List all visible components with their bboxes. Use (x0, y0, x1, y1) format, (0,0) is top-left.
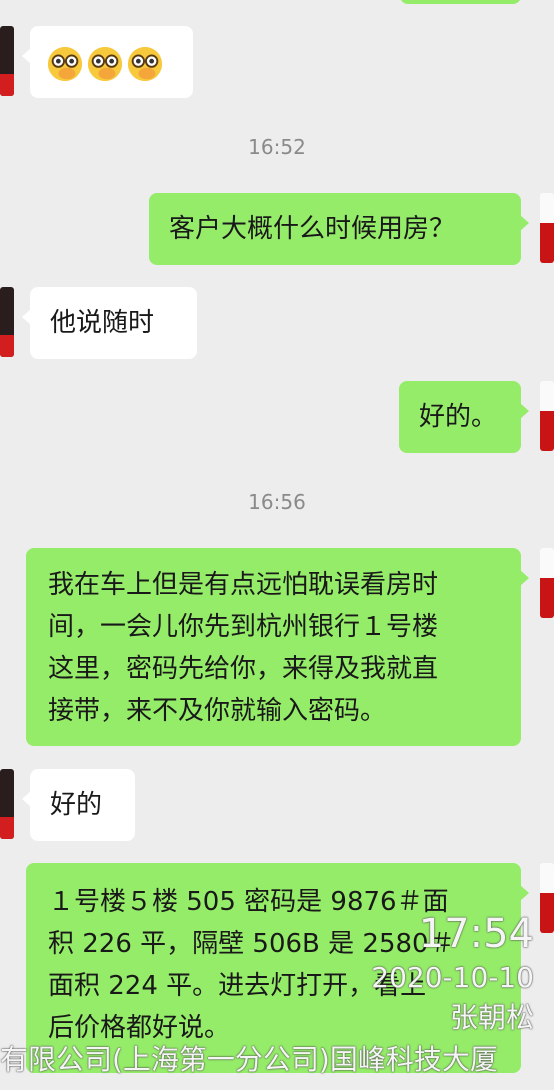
timestamp: 16:52 (248, 135, 306, 159)
message-text: 他说随时 (50, 308, 155, 338)
partial-outgoing-bubble (400, 0, 521, 4)
emoji-message-bubble[interactable] (22, 26, 193, 98)
message-text: 好的。 (419, 402, 498, 432)
outgoing-message-bubble[interactable]: 好的。 (399, 381, 529, 453)
my-avatar[interactable] (540, 548, 554, 618)
outgoing-message-bubble[interactable]: 我在车上但是有点远怕耽误看房时 间，一会儿你先到杭州银行１号楼 这里，密码先给你… (26, 548, 529, 746)
timestamp: 16:56 (248, 490, 306, 514)
message-line: 这里，密码先给你，来得及我就直 (48, 654, 439, 684)
message-line: 接带，来不及你就输入密码。 (48, 696, 387, 726)
watermark-company: 有限公司(上海第一分公司)国峰科技大厦 (0, 1043, 498, 1076)
message-text: 客户大概什么时候用房？ (169, 214, 456, 244)
my-avatar[interactable] (540, 381, 554, 451)
face-with-monocle-icon (87, 46, 123, 81)
message-text: 好的 (50, 790, 103, 820)
contact-avatar[interactable] (0, 769, 14, 839)
contact-avatar[interactable] (0, 287, 14, 357)
contact-avatar[interactable] (0, 26, 14, 96)
face-with-monocle-icon (47, 46, 83, 81)
watermark-date: 2020-10-10 (371, 961, 534, 994)
message-line: 我在车上但是有点远怕耽误看房时 (48, 570, 439, 600)
incoming-message-bubble[interactable]: 他说随时 (22, 287, 197, 359)
watermark-name: 张朝松 (449, 1001, 534, 1034)
message-line: 间，一会儿你先到杭州银行１号楼 (48, 612, 439, 642)
watermark-time: 17:54 (418, 911, 534, 957)
face-with-monocle-icon (127, 46, 163, 81)
outgoing-message-bubble[interactable]: 客户大概什么时候用房？ (149, 193, 529, 265)
my-avatar[interactable] (540, 863, 554, 933)
incoming-message-bubble[interactable]: 好的 (22, 769, 135, 841)
my-avatar[interactable] (540, 193, 554, 263)
